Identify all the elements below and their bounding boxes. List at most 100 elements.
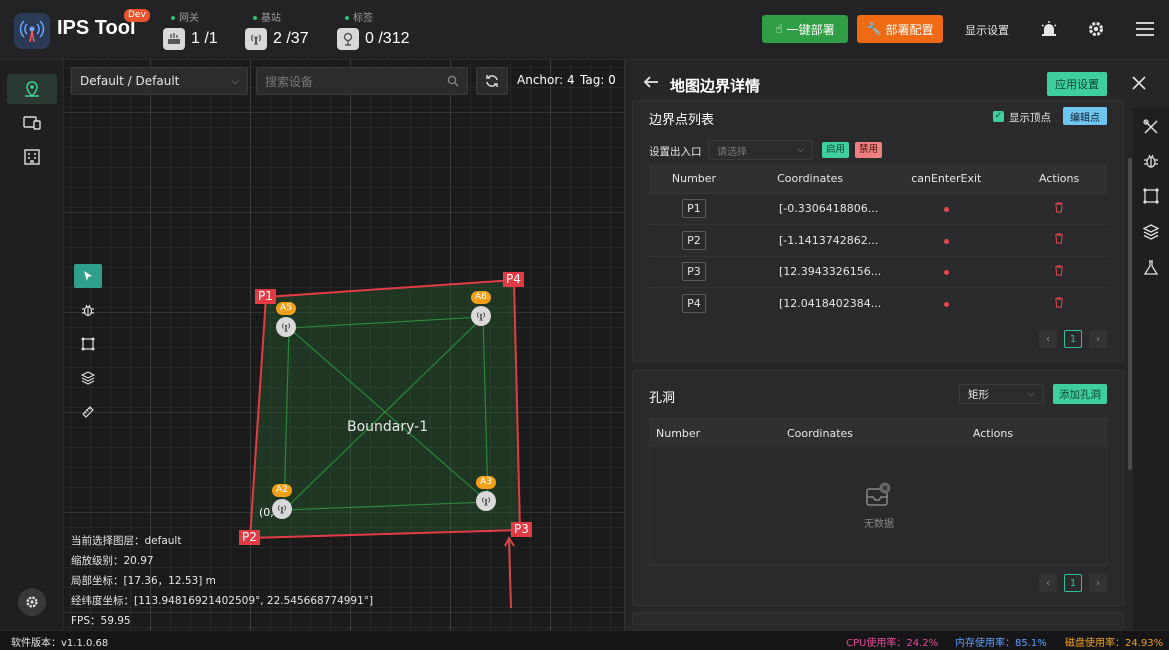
- gear-icon[interactable]: [1087, 20, 1105, 41]
- table-row[interactable]: P3 [12.3943326156...: [649, 255, 1107, 288]
- anchor-marker[interactable]: A6: [471, 291, 491, 326]
- holes-table: Number Coordinates Actions 无数据: [649, 418, 1107, 566]
- trash-icon[interactable]: [1054, 265, 1064, 279]
- boundary-point-label[interactable]: P3: [511, 522, 532, 537]
- stat-gateway-label: 网关: [179, 13, 199, 24]
- anchor-marker[interactable]: A2: [272, 484, 292, 519]
- building-icon: [24, 149, 40, 165]
- anchor-marker[interactable]: A5: [276, 302, 296, 337]
- point-number: P1: [682, 199, 706, 219]
- anchor-icon: [476, 491, 496, 511]
- one-click-deploy-button[interactable]: ☝ 一键部署: [762, 15, 848, 43]
- gear-icon: [26, 596, 38, 608]
- map-canvas[interactable]: Default / Default ⌵ 搜索设备 Anchor: 4 Tag: …: [64, 60, 624, 630]
- enable-button[interactable]: 启用: [822, 142, 850, 158]
- stat-tag-label: 标签: [353, 13, 373, 24]
- anchor-label: A5: [276, 302, 296, 315]
- column-header: Coordinates: [739, 165, 882, 193]
- panel-title: 地图边界详情: [670, 77, 761, 95]
- top-bar: IPS Tool Dev 网关 1 /1 基站 2 /37 标签 0 /312: [0, 0, 1169, 60]
- disk-usage-text: 磁盘使用率：24.93%: [1065, 638, 1164, 649]
- pager-current-page[interactable]: 1: [1064, 330, 1082, 348]
- alarm-icon[interactable]: [1040, 20, 1058, 41]
- pager-prev-button[interactable]: ‹: [1039, 574, 1057, 592]
- show-vertex-label: 显示顶点: [1009, 112, 1051, 124]
- hand-icon: ☝: [775, 22, 783, 36]
- exit-select[interactable]: 请选择 ⌵: [708, 140, 813, 160]
- exit-select-placeholder: 请选择: [717, 146, 747, 158]
- point-number: P4: [682, 294, 706, 313]
- wrench-icon: 🔧: [866, 22, 882, 36]
- table-row[interactable]: P1 [-0.3306418806...: [649, 192, 1107, 225]
- boundary-points-title: 边界点列表: [649, 113, 715, 128]
- next-card-stub: [632, 612, 1124, 630]
- edit-points-button[interactable]: 编辑点: [1063, 107, 1107, 125]
- show-vertex-checkbox[interactable]: ✓: [993, 111, 1004, 122]
- settings-fab-button[interactable]: [18, 588, 46, 616]
- close-icon[interactable]: [1132, 76, 1146, 93]
- fps-text: FPS：59.95: [71, 615, 131, 627]
- add-hole-button[interactable]: 添加孔洞: [1053, 384, 1107, 404]
- chevron-down-icon: ⌵: [797, 145, 804, 155]
- pager-current-page[interactable]: 1: [1064, 574, 1082, 592]
- sidebar-item-map[interactable]: [7, 74, 57, 104]
- status-bar: 软件版本：v1.1.0.68 CPU使用率：24.2% 内存使用率：85.1% …: [0, 630, 1169, 650]
- boundary-point-label[interactable]: P1: [255, 289, 276, 304]
- exit-status-dot: [943, 270, 949, 276]
- gateway-icon: [163, 28, 185, 50]
- boundary-icon[interactable]: [1143, 188, 1159, 207]
- cpu-usage-text: CPU使用率：24.2%: [846, 638, 939, 649]
- boundary-points-card: 边界点列表 ✓ 显示顶点 编辑点 设置出入口 请选择 ⌵ 启用 禁用 Numbe…: [632, 100, 1124, 362]
- deploy-config-label: 部署配置: [885, 22, 934, 37]
- hole-shape-value: 矩形: [968, 388, 989, 401]
- map-pin-icon: [25, 81, 39, 98]
- exit-status-dot: [943, 207, 949, 213]
- stat-anchor-value: 2 /37: [273, 30, 309, 47]
- sidebar-item-devices[interactable]: [7, 108, 57, 138]
- layers-icon[interactable]: [1142, 224, 1160, 243]
- sidebar-item-building[interactable]: [7, 142, 57, 172]
- stat-tag: 标签 0 /312: [337, 9, 409, 50]
- devices-icon: [23, 116, 41, 130]
- bug-icon[interactable]: [1143, 153, 1159, 172]
- pager-prev-button[interactable]: ‹: [1039, 330, 1057, 348]
- column-header: Actions: [880, 419, 1106, 447]
- trash-icon[interactable]: [1054, 233, 1064, 247]
- trash-icon[interactable]: [1054, 202, 1064, 216]
- boundary-point-label[interactable]: P4: [503, 272, 524, 287]
- pager-next-button[interactable]: ›: [1089, 574, 1107, 592]
- anchor-icon: [245, 28, 267, 50]
- point-number: P2: [682, 230, 706, 250]
- back-arrow-icon[interactable]: [643, 74, 659, 93]
- deploy-config-button[interactable]: 🔧 部署配置: [857, 15, 943, 43]
- panel-scrollbar[interactable]: [1128, 158, 1132, 470]
- stat-gateway: 网关 1 /1: [163, 9, 218, 50]
- anchor-marker[interactable]: A3: [476, 476, 496, 511]
- exit-status-dot: [943, 302, 949, 307]
- column-header: Number: [649, 165, 739, 193]
- table-row[interactable]: P4 [12.0418402384...: [649, 287, 1107, 319]
- disable-button[interactable]: 禁用: [855, 142, 883, 158]
- hole-shape-select[interactable]: 矩形 ⌵: [959, 384, 1044, 404]
- table-row[interactable]: P2 [-1.1413742862...: [649, 224, 1107, 256]
- menu-icon[interactable]: [1136, 22, 1154, 39]
- boundary-detail-panel: 地图边界详情 应用设置 边界点列表 ✓ 显示顶点 编辑点 设置出入口 请选择 ⌵…: [624, 60, 1169, 630]
- anchor-label: A3: [476, 476, 496, 489]
- holes-title: 孔洞: [649, 391, 676, 406]
- empty-text: 无数据: [864, 519, 894, 530]
- one-click-deploy-label: 一键部署: [786, 22, 835, 37]
- column-header: Number: [650, 419, 760, 447]
- trash-icon[interactable]: [1054, 297, 1064, 311]
- exit-label: 设置出入口: [649, 146, 702, 158]
- pager-next-button[interactable]: ›: [1089, 330, 1107, 348]
- stat-anchor-label: 基站: [261, 13, 281, 24]
- dev-badge: Dev: [124, 9, 150, 22]
- apply-settings-button[interactable]: 应用设置: [1047, 72, 1107, 96]
- column-header: Actions: [1011, 165, 1107, 193]
- tools-icon[interactable]: [1143, 119, 1159, 138]
- point-coords: [-1.1413742862...: [739, 224, 882, 256]
- display-settings-button[interactable]: 显示设置: [965, 22, 1009, 38]
- origin-label: (0,: [259, 506, 274, 519]
- memory-usage-text: 内存使用率：85.1%: [955, 638, 1047, 649]
- flask-icon[interactable]: [1143, 260, 1159, 279]
